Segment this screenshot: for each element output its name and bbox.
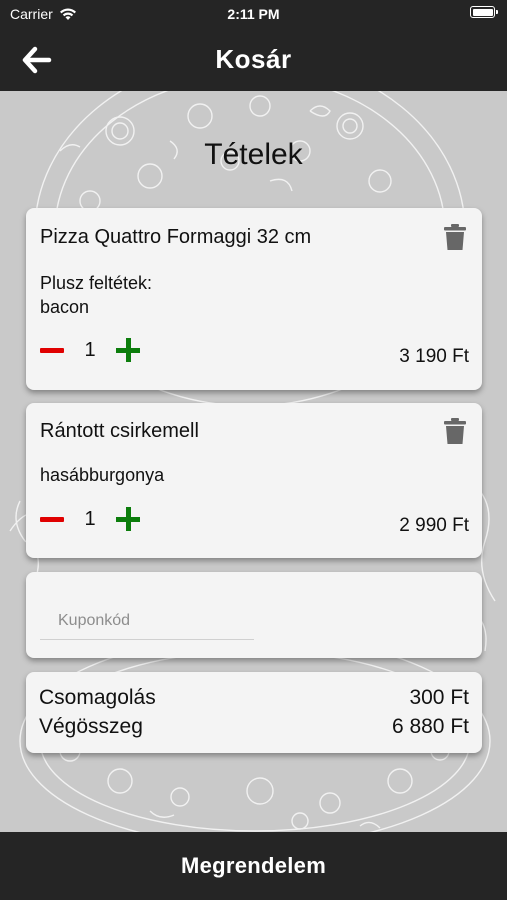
section-title-items: Tételek (204, 138, 303, 171)
coupon-card (26, 572, 482, 658)
quantity-value: 1 (84, 338, 96, 361)
place-order-button[interactable]: Megrendelem (0, 832, 507, 900)
item-name: Pizza Quattro Formaggi 32 cm (40, 226, 312, 248)
quantity-value: 1 (84, 507, 96, 530)
quantity-stepper: 1 (38, 335, 142, 365)
decrease-quantity-button[interactable] (38, 504, 66, 534)
increase-quantity-button[interactable] (114, 504, 142, 534)
item-extras: hasábburgonya (40, 465, 165, 485)
nav-bar: Kosár (0, 28, 507, 91)
page-title: Kosár (215, 44, 292, 74)
total-value: 6 880 Ft (391, 715, 469, 738)
total-label: Végösszeg (39, 715, 143, 738)
cart-item-card: Rántott csirkemell hasábburgonya 1 2 990… (26, 403, 482, 558)
coupon-code-input[interactable] (40, 602, 254, 640)
cart-item-card: Pizza Quattro Formaggi 32 cm Plusz felté… (26, 208, 482, 390)
quantity-stepper: 1 (38, 504, 142, 534)
item-extras: bacon (40, 297, 90, 317)
item-name: Rántott csirkemell (40, 420, 199, 442)
trash-icon (444, 224, 466, 250)
packaging-value: 300 Ft (409, 686, 469, 709)
total-row: Végösszeg 6 880 Ft (39, 715, 469, 739)
delete-item-button[interactable] (443, 223, 467, 251)
status-right (470, 6, 498, 18)
trash-icon (444, 418, 466, 444)
item-price: 3 190 Ft (399, 346, 469, 367)
decrease-quantity-button[interactable] (38, 335, 66, 365)
status-bar: Carrier 2:11 PM (0, 0, 507, 28)
increase-quantity-button[interactable] (114, 335, 142, 365)
item-price: 2 990 Ft (399, 515, 469, 536)
battery-icon (470, 6, 498, 18)
item-extras-label: Plusz feltétek: (40, 273, 153, 293)
packaging-row: Csomagolás 300 Ft (39, 686, 469, 710)
packaging-label: Csomagolás (39, 686, 156, 709)
status-time: 2:11 PM (227, 6, 280, 22)
order-summary-card: Csomagolás 300 Ft Végösszeg 6 880 Ft (26, 672, 482, 753)
delete-item-button[interactable] (443, 417, 467, 445)
